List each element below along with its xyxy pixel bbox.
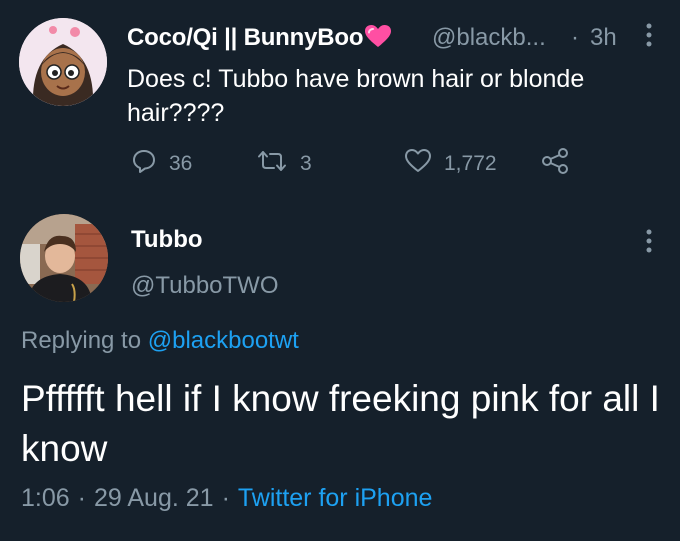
- tweet-date[interactable]: 29 Aug. 21: [94, 484, 214, 512]
- separator-dot: ·: [221, 484, 230, 512]
- tweet-time[interactable]: 1:06: [21, 484, 70, 512]
- retweet-icon: [256, 148, 288, 180]
- share-icon: [541, 148, 569, 180]
- avatar-reply[interactable]: [20, 214, 108, 302]
- replying-to-line: Replying to @blackbootwt: [21, 327, 299, 355]
- reply-icon: [131, 148, 157, 180]
- original-handle[interactable]: @blackb...: [432, 24, 546, 52]
- tweet-source-link[interactable]: Twitter for iPhone: [238, 484, 433, 512]
- retweet-button[interactable]: 3: [256, 148, 312, 180]
- more-icon[interactable]: [645, 228, 653, 259]
- reply-handle[interactable]: @TubboTWO: [131, 272, 279, 300]
- replying-mention-link[interactable]: @blackbootwt: [148, 327, 299, 354]
- original-display-name[interactable]: Coco/Qi || BunnyBoo: [127, 24, 392, 55]
- reply-count: 36: [169, 152, 193, 175]
- like-button[interactable]: 1,772: [404, 148, 497, 180]
- avatar-photo: [20, 214, 108, 302]
- tweet-meta-footer: 1:06 · 29 Aug. 21 · Twitter for iPhone: [21, 484, 432, 513]
- original-timestamp[interactable]: 3h: [590, 24, 617, 52]
- display-name-text: Coco/Qi || BunnyBoo: [127, 24, 364, 51]
- like-count: 1,772: [444, 152, 497, 175]
- separator-dot: ·: [77, 484, 86, 512]
- replying-prefix: Replying to: [21, 327, 142, 354]
- avatar-drawing: [19, 18, 107, 106]
- like-icon: [404, 148, 432, 180]
- heart-emoji-icon: [364, 24, 392, 55]
- reply-tweet-text: Pffffft hell if I know freeking pink for…: [21, 378, 660, 469]
- share-button[interactable]: [541, 148, 569, 180]
- retweet-count: 3: [300, 152, 312, 175]
- avatar-original[interactable]: [19, 18, 107, 106]
- separator-dot: ·: [571, 24, 579, 51]
- reply-display-name[interactable]: Tubbo: [131, 226, 203, 254]
- reply-button[interactable]: 36: [131, 148, 192, 180]
- more-icon[interactable]: [645, 22, 653, 53]
- original-tweet-text: Does c! Tubbo have brown hair or blonde …: [127, 65, 585, 127]
